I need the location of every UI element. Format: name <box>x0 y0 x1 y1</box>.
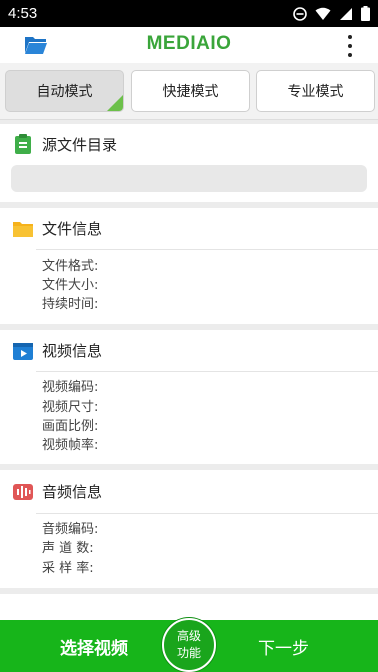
video-info-section: 视频信息 视频编码: 视频尺寸: 画面比例: 视频帧率: <box>0 330 378 464</box>
folder-icon <box>13 221 33 237</box>
status-bar: 4:53 <box>0 0 378 27</box>
mode-tabs: 自动模式 快捷模式 专业模式 <box>0 63 378 120</box>
sample-rate-label: 采 样 率: <box>42 561 94 576</box>
status-icons <box>293 6 370 21</box>
frame-rate-label: 视频帧率: <box>42 438 99 453</box>
dnd-icon <box>293 6 307 21</box>
cellular-icon <box>340 7 352 20</box>
divider <box>36 249 378 250</box>
video-size-label: 视频尺寸: <box>42 400 99 415</box>
tab-auto-mode[interactable]: 自动模式 <box>5 70 124 112</box>
file-info-header: 文件信息 <box>12 218 102 239</box>
audio-wave-icon <box>13 483 33 500</box>
battery-icon <box>361 6 370 21</box>
select-video-button[interactable]: 选择视频 <box>60 634 128 659</box>
next-section-partial <box>0 594 378 620</box>
aspect-ratio-label: 画面比例: <box>42 419 99 434</box>
app-title: MEDIAIO <box>146 33 232 54</box>
tab-quick-mode[interactable]: 快捷模式 <box>131 70 250 112</box>
clipboard-icon <box>15 134 31 154</box>
tab-pro-mode[interactable]: 专业模式 <box>256 70 375 112</box>
overflow-menu-icon[interactable] <box>342 35 358 57</box>
video-codec-label: 视频编码: <box>42 380 99 395</box>
file-info-heading: 文件信息 <box>42 220 103 238</box>
next-step-button[interactable]: 下一步 <box>258 634 309 659</box>
wifi-icon <box>315 7 331 20</box>
tab-label: 专业模式 <box>287 84 344 100</box>
advanced-label-line1: 高级 <box>176 629 201 643</box>
video-clip-icon <box>13 342 33 360</box>
audio-codec-label: 音频编码: <box>42 522 99 537</box>
advanced-label-line2: 功能 <box>176 646 201 660</box>
audio-info-header: 音频信息 <box>12 481 102 502</box>
divider <box>36 371 378 372</box>
source-header: 源文件目录 <box>12 133 117 155</box>
video-info-header: 视频信息 <box>12 340 102 361</box>
file-info-section: 文件信息 文件格式: 文件大小: 持续时间: <box>0 208 378 324</box>
tab-label: 快捷模式 <box>162 84 219 100</box>
audio-info-heading: 音频信息 <box>42 483 103 501</box>
duration-label: 持续时间: <box>42 297 99 312</box>
source-heading: 源文件目录 <box>42 135 118 154</box>
audio-info-section: 音频信息 音频编码: 声 道 数: 采 样 率: <box>0 470 378 588</box>
channels-label: 声 道 数: <box>42 541 94 556</box>
tab-label: 自动模式 <box>36 84 93 100</box>
divider <box>36 513 378 514</box>
check-corner-icon <box>107 95 123 111</box>
status-time: 4:53 <box>8 5 38 22</box>
file-size-label: 文件大小: <box>42 278 99 293</box>
app-bar: MEDIAIO <box>0 27 378 63</box>
video-info-heading: 视频信息 <box>42 342 103 360</box>
source-section: 源文件目录 <box>0 124 378 202</box>
advanced-features-button[interactable]: 高级 功能 <box>162 618 216 672</box>
source-path-field[interactable] <box>11 165 367 192</box>
file-format-label: 文件格式: <box>42 259 99 274</box>
